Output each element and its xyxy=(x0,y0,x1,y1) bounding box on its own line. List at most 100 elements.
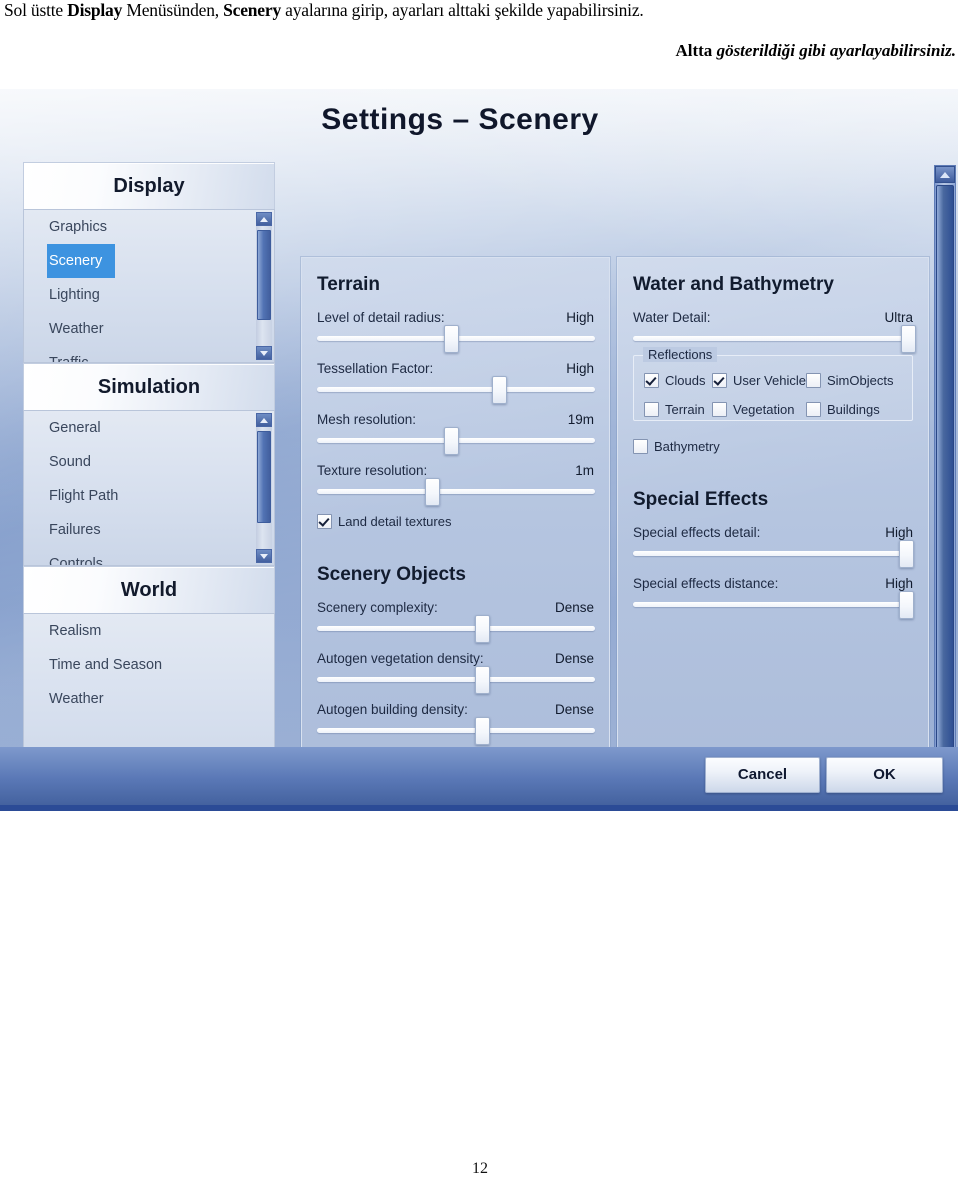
slider-value-special-effects-detail: High xyxy=(885,525,913,540)
instruction-line-2-bolditalic: gösterildiği gibi ayarlayabilirsiniz. xyxy=(716,41,956,60)
slider-thumb[interactable] xyxy=(899,540,914,568)
nav-scrollbar-simulation[interactable] xyxy=(256,413,272,563)
instruction-line-2-bold: Altta xyxy=(675,41,717,60)
checkbox-land-detail-textures[interactable]: Land detail textures xyxy=(317,514,451,529)
instruction-text-mid: Menüsünden, xyxy=(122,0,224,20)
slider-track[interactable] xyxy=(317,427,595,455)
sidebar-item-time-and-season[interactable]: Time and Season xyxy=(24,648,274,682)
page-number: 12 xyxy=(472,1160,488,1177)
slider-thumb[interactable] xyxy=(425,478,440,506)
slider-value-autogen-vegetation-density: Dense xyxy=(554,651,594,666)
group-title-special-effects: Special Effects xyxy=(633,489,769,510)
group-title-water-and-bathymetry: Water and Bathymetry xyxy=(633,274,834,295)
dialog-footer: Cancel OK xyxy=(0,747,958,805)
right-settings-panel: Water and Bathymetry Water Detail: Ultra Re… xyxy=(617,257,929,805)
sidebar-item-scenery[interactable]: Scenery xyxy=(47,244,115,278)
instruction-text-pre: Sol üstte xyxy=(4,0,68,20)
slider-value-mesh-resolution: 19m xyxy=(567,412,594,427)
sidebar-item-lighting[interactable]: Lighting xyxy=(24,278,274,312)
group-title-scenery-objects: Scenery Objects xyxy=(317,564,466,585)
slider-thumb[interactable] xyxy=(444,325,459,353)
slider-track[interactable] xyxy=(633,540,914,568)
checkbox-bathymetry[interactable]: Bathymetry xyxy=(633,439,720,454)
slider-value-texture-resolution: 1m xyxy=(575,463,594,478)
checkbox-label: Land detail textures xyxy=(338,514,452,529)
sidebar-item-realism[interactable]: Realism xyxy=(24,614,274,648)
nav-scroll-up-arrow-icon[interactable] xyxy=(256,212,272,226)
nav-scrollbar-display[interactable] xyxy=(256,212,272,360)
checkbox-simobjects[interactable]: SimObjects xyxy=(806,373,893,388)
nav-scroll-down-arrow-icon[interactable] xyxy=(256,346,272,360)
checkbox-label: Buildings xyxy=(827,402,880,417)
settings-navigation: Display Graphics Scenery Lighting Weather Tra… xyxy=(23,162,275,801)
slider-track[interactable] xyxy=(317,325,595,353)
checkbox-box-icon[interactable] xyxy=(806,373,821,388)
slider-value-water-detail: Ultra xyxy=(884,310,913,325)
slider-track[interactable] xyxy=(633,591,914,619)
slider-label-water-detail: Water Detail: xyxy=(633,310,711,325)
ok-button[interactable]: OK xyxy=(826,757,943,793)
nav-scrollbar-thumb[interactable] xyxy=(257,431,271,523)
sidebar-item-graphics[interactable]: Graphics xyxy=(24,210,274,244)
slider-value-autogen-building-density: Dense xyxy=(554,702,594,717)
slider-label-autogen-vegetation-density: Autogen vegetation density: xyxy=(317,651,484,666)
checkbox-box-icon[interactable] xyxy=(712,402,727,417)
sidebar-item-failures[interactable]: Failures xyxy=(24,513,274,547)
sidebar-item-weather[interactable]: Weather xyxy=(24,312,274,346)
checkbox-box-icon[interactable] xyxy=(317,514,332,529)
checkbox-clouds[interactable]: Clouds xyxy=(644,373,705,388)
sidebar-item-traffic[interactable]: Traffic xyxy=(24,346,274,362)
instruction-bold-scenery: Scenery xyxy=(223,0,281,20)
instruction-text-post: ayalarına girip, ayarları alttaki şekild… xyxy=(281,0,644,20)
checkbox-box-icon[interactable] xyxy=(806,402,821,417)
checkbox-box-icon[interactable] xyxy=(644,402,659,417)
slider-track[interactable] xyxy=(317,478,595,506)
sidebar-item-weather[interactable]: Weather xyxy=(24,682,274,716)
slider-label-autogen-building-density: Autogen building density: xyxy=(317,702,468,717)
checkbox-label: Terrain xyxy=(665,402,705,417)
slider-label-texture-resolution: Texture resolution: xyxy=(317,463,428,478)
nav-scroll-down-arrow-icon[interactable] xyxy=(256,549,272,563)
nav-scroll-up-arrow-icon[interactable] xyxy=(256,413,272,427)
checkbox-user-vehicle[interactable]: User Vehicle xyxy=(712,373,806,388)
slider-thumb[interactable] xyxy=(475,615,490,643)
nav-list-simulation: General Sound Flight Path Failures Controls xyxy=(23,410,275,566)
slider-value-special-effects-distance: High xyxy=(885,576,913,591)
checkbox-label: Bathymetry xyxy=(654,439,720,454)
scroll-up-arrow-icon[interactable] xyxy=(935,166,955,183)
sidebar-item-flight-path[interactable]: Flight Path xyxy=(24,479,274,513)
dialog-title: Settings – Scenery xyxy=(321,103,599,136)
cancel-button[interactable]: Cancel xyxy=(705,757,820,793)
slider-label-special-effects-distance: Special effects distance: xyxy=(633,576,779,591)
main-vertical-scrollbar[interactable] xyxy=(934,165,956,805)
slider-thumb[interactable] xyxy=(444,427,459,455)
scrollbar-thumb[interactable] xyxy=(936,185,954,805)
slider-thumb[interactable] xyxy=(901,325,916,353)
checkbox-box-icon[interactable] xyxy=(712,373,727,388)
checkbox-label: SimObjects xyxy=(827,373,894,388)
slider-thumb[interactable] xyxy=(492,376,507,404)
reflections-fieldset: Reflections Clouds User Vehicle SimObjects T… xyxy=(633,347,913,421)
checkbox-box-icon[interactable] xyxy=(644,373,659,388)
instruction-line-1: Sol üstte Display Menüsünden, Scenery ay… xyxy=(4,0,956,21)
checkbox-buildings[interactable]: Buildings xyxy=(806,402,880,417)
slider-thumb[interactable] xyxy=(475,666,490,694)
nav-group-header-simulation: Simulation xyxy=(23,363,275,410)
slider-track[interactable] xyxy=(317,666,595,694)
checkbox-terrain[interactable]: Terrain xyxy=(644,402,705,417)
slider-track[interactable] xyxy=(633,325,916,353)
slider-track[interactable] xyxy=(317,376,595,404)
nav-scrollbar-thumb[interactable] xyxy=(257,230,271,320)
checkbox-vegetation[interactable]: Vegetation xyxy=(712,402,794,417)
slider-thumb[interactable] xyxy=(899,591,914,619)
sidebar-item-controls[interactable]: Controls xyxy=(24,547,274,565)
sidebar-item-general[interactable]: General xyxy=(24,411,274,445)
settings-dialog-screenshot: Settings – Scenery Display Graphics Scener… xyxy=(0,89,958,811)
slider-label-tessellation-factor: Tessellation Factor: xyxy=(317,361,434,376)
slider-track[interactable] xyxy=(317,717,595,745)
slider-thumb[interactable] xyxy=(475,717,490,745)
center-settings-panel: Terrain Level of detail radius: High Tessel… xyxy=(301,257,610,805)
slider-track[interactable] xyxy=(317,615,595,643)
sidebar-item-sound[interactable]: Sound xyxy=(24,445,274,479)
checkbox-box-icon[interactable] xyxy=(633,439,648,454)
